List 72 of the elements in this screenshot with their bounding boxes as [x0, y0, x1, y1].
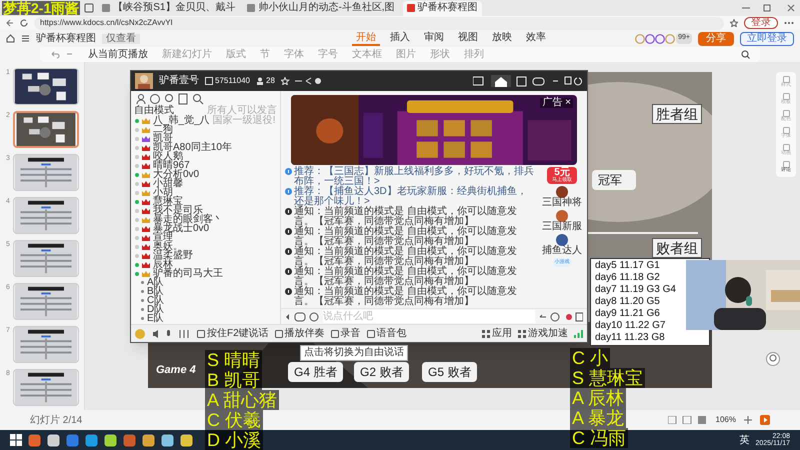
caption-text: A 暴龙	[570, 408, 626, 428]
bullet-icon	[141, 299, 144, 302]
assistant-icon	[766, 352, 780, 366]
bullet-icon	[141, 290, 144, 293]
stream-caption: 梦苒2-1雨酱	[2, 1, 80, 15]
taskbar-app-icon[interactable]	[142, 434, 155, 446]
play-icon	[760, 415, 770, 425]
document-title: 驴番杯赛程图	[36, 34, 96, 44]
caption-text: A 甜心猪	[205, 390, 280, 410]
menu-tab[interactable]: 放映	[488, 31, 516, 46]
taskbar-app-icon[interactable]	[85, 434, 98, 446]
slide-thumbnail[interactable]	[13, 197, 79, 234]
panel-icon	[782, 76, 790, 83]
start-icon[interactable]	[10, 434, 22, 446]
slide-thumbnail[interactable]	[13, 111, 79, 148]
menu-tab[interactable]: 效率	[522, 31, 550, 46]
taskbar-app-icon[interactable]	[104, 434, 117, 446]
caption-text: D 小溪	[205, 430, 263, 450]
caption-text: A 辰林	[570, 388, 626, 408]
slide-thumbnail[interactable]	[13, 369, 79, 406]
page-icon	[102, 4, 110, 12]
zoom-in-icon	[744, 416, 752, 424]
input-language[interactable]: 英	[739, 432, 750, 448]
browser-tab[interactable]: 【峡谷预S1】金贝贝、戴斗	[98, 0, 240, 16]
view-mode-icon	[668, 416, 708, 424]
tab-actions-icon	[84, 3, 94, 13]
taskbar-app-icon[interactable]	[28, 434, 41, 446]
toolbar-button[interactable]: 从当前页播放	[88, 50, 148, 60]
browser-tab[interactable]: 驴番杯赛程图	[402, 0, 482, 16]
browser-tab[interactable]: 帅小伙山月的动态-斗鱼社区,图	[243, 0, 399, 16]
user-avatar-icon	[655, 34, 666, 44]
home-icon	[6, 34, 15, 43]
panel-icon	[782, 161, 790, 168]
favorite-icon	[730, 19, 738, 27]
panel-icon	[782, 110, 790, 117]
caption-text: C 冯雨	[570, 428, 628, 448]
taskbar-app-icon[interactable]	[161, 434, 174, 446]
caption-text: C 伏羲	[205, 410, 263, 430]
taskbar-app-icon[interactable]	[47, 434, 60, 446]
view-only-badge: 仅查看	[102, 34, 140, 44]
menu-tab[interactable]: 审阅	[420, 31, 448, 46]
avatar-icon	[135, 73, 153, 89]
reload-icon	[20, 19, 28, 27]
panel-icon	[782, 93, 790, 100]
panel-icon	[782, 144, 790, 151]
undo-redo-icon	[50, 50, 74, 59]
panel-icon	[782, 127, 790, 134]
bullet-icon	[141, 317, 144, 320]
share-button[interactable]: 分享	[698, 32, 734, 46]
bullet-icon	[141, 281, 144, 284]
slide-thumbnail[interactable]	[13, 326, 79, 363]
menu-tab[interactable]: 插入	[386, 31, 414, 46]
taskbar-app-icon[interactable]	[180, 434, 193, 446]
slide-thumbnail[interactable]	[13, 154, 79, 191]
address-field[interactable]: https://www.kdocs.cn/l/csNx2cZAvvYI	[34, 16, 724, 30]
bullet-icon	[141, 308, 144, 311]
search-icon	[741, 50, 750, 59]
user-avatar-icon	[645, 34, 656, 44]
user-avatar-icon	[635, 34, 646, 44]
slide-thumbnail[interactable]	[13, 68, 79, 105]
menu-tab[interactable]: 视图	[454, 31, 482, 46]
slide-counter: 幻灯片 2/14	[30, 414, 82, 428]
zoom-level: 106%	[716, 414, 736, 426]
page-icon	[406, 4, 415, 12]
back-icon	[6, 19, 14, 27]
slide-thumbnail[interactable]	[13, 283, 79, 320]
menu-icon	[21, 34, 30, 43]
slide-thumbnail[interactable]	[13, 240, 79, 277]
user-avatar-icon	[665, 34, 676, 44]
more-icon	[784, 21, 794, 25]
page-icon	[247, 4, 256, 12]
sign-in-button[interactable]: 立即登录	[740, 32, 794, 46]
